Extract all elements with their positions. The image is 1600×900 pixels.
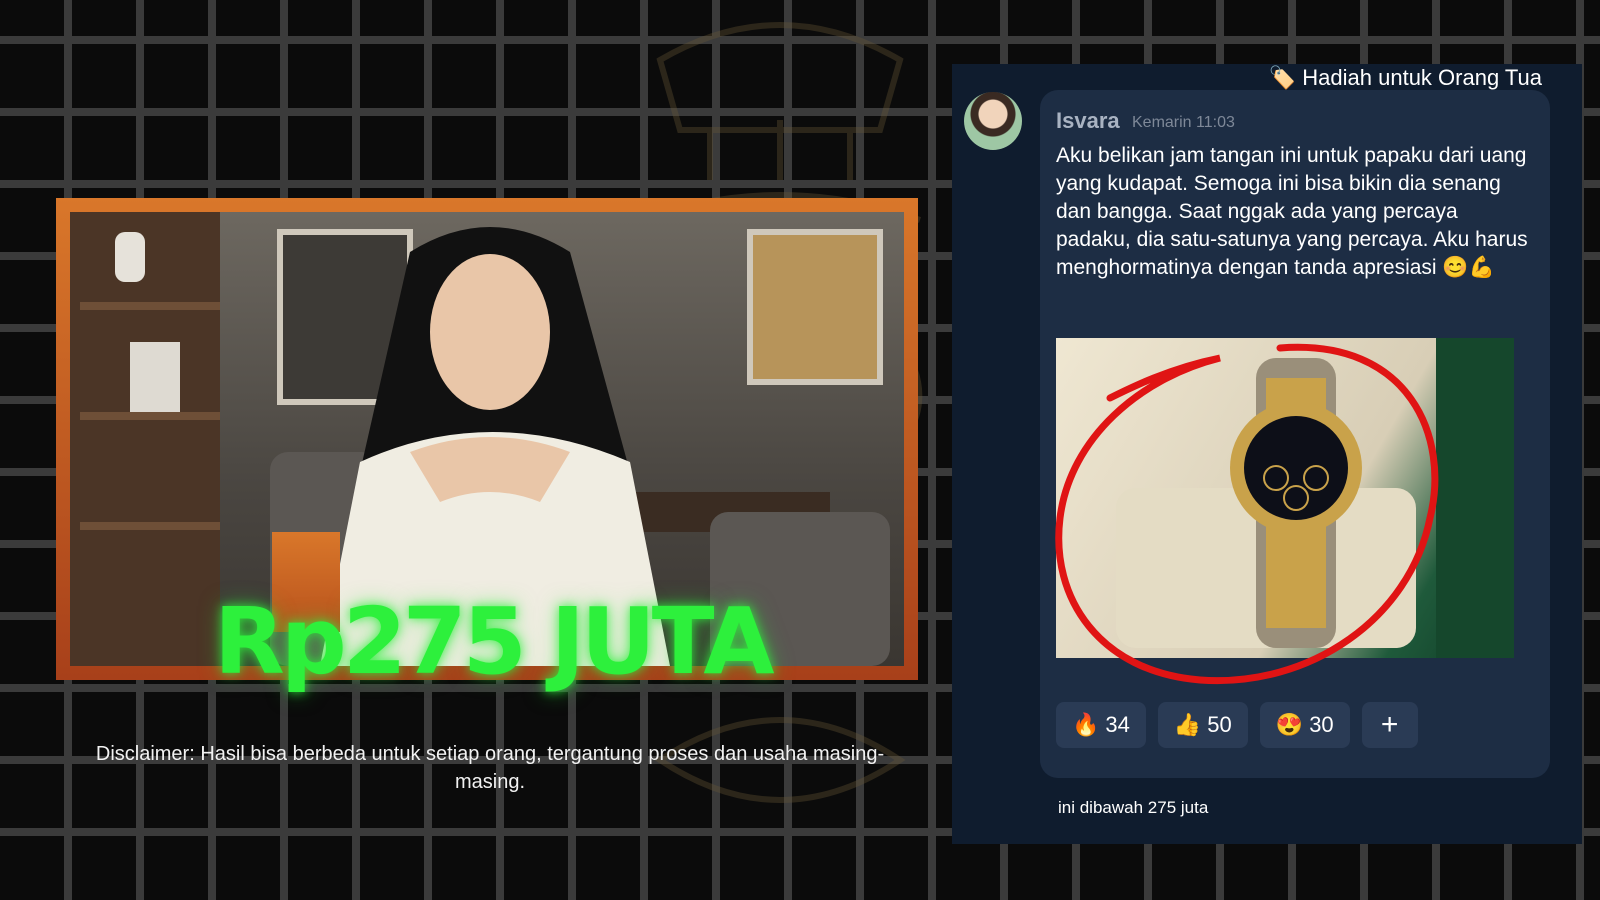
caption-text: ini dibawah 275 juta [1058,798,1209,817]
heart-eyes-icon: 😍 [1275,712,1304,737]
reaction-count: 30 [1309,712,1334,737]
sender-name[interactable]: Isvara [1056,108,1120,134]
topic-tag[interactable]: 🏷️ Hadiah untuk Orang Tua [1269,64,1542,92]
reaction-bar: 🔥 34 👍 50 😍 30 + [1056,702,1418,748]
reaction-fire[interactable]: 🔥 34 [1056,702,1146,748]
plus-icon: + [1380,708,1399,741]
add-reaction-button[interactable]: + [1361,702,1418,748]
avatar[interactable] [964,92,1022,150]
price-headline: Rp275 JUTA [214,588,775,695]
reaction-count: 34 [1105,712,1130,737]
red-highlight-circle-icon [1055,343,1439,685]
reaction-thumbs-up[interactable]: 👍 50 [1157,702,1248,748]
message-text: Aku belikan jam tangan ini untuk papaku … [1056,144,1528,279]
tag-icon: 🏷️ [1268,65,1297,90]
disclaimer-text: Disclaimer: Hasil bisa berbeda untuk set… [95,743,885,793]
message-timestamp: Kemarin 11:03 [1132,114,1235,131]
reaction-count: 50 [1207,712,1232,737]
thumbs-up-icon: 👍 [1173,712,1202,737]
topic-tag-label: Hadiah untuk Orang Tua [1302,65,1542,90]
fire-icon: 🔥 [1072,712,1100,737]
reaction-heart-eyes[interactable]: 😍 30 [1259,702,1350,748]
